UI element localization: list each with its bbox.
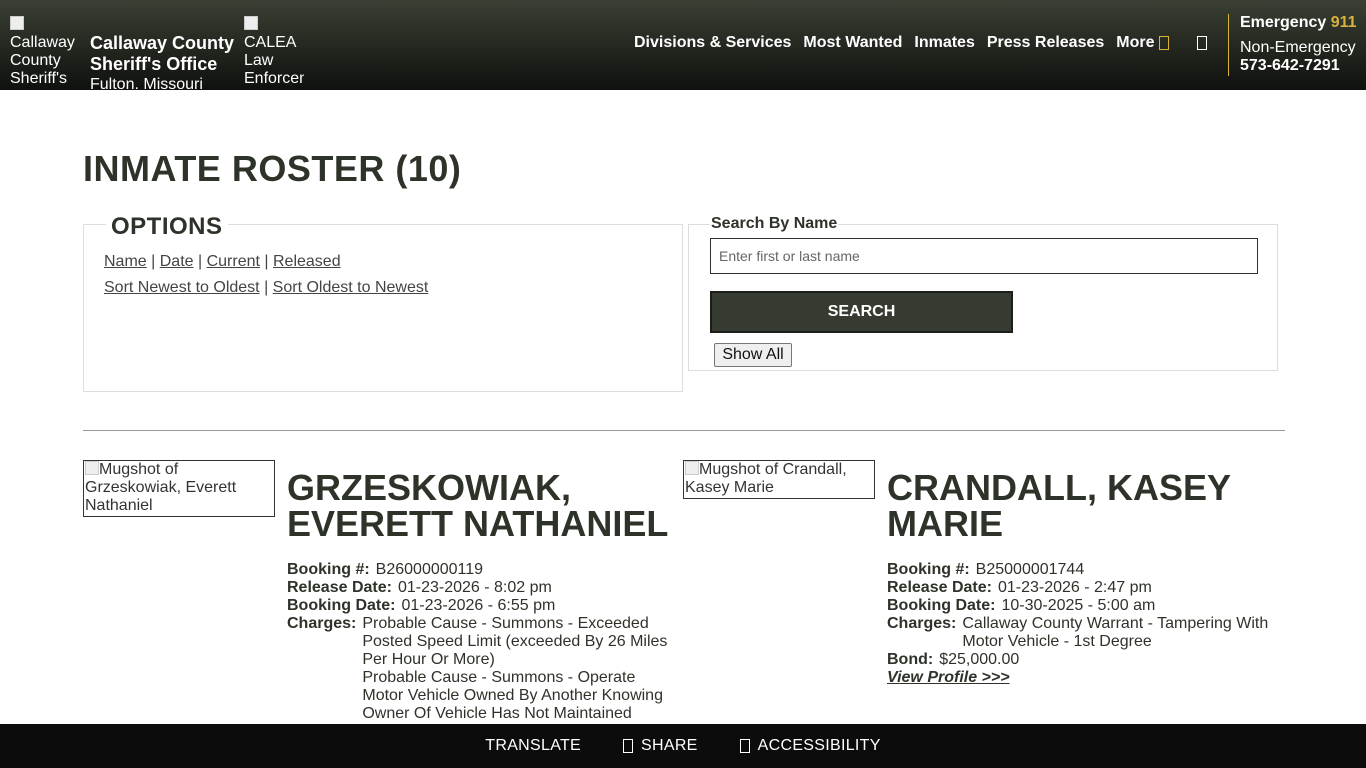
options-legend: OPTIONS <box>106 213 228 241</box>
mugshot-image[interactable]: Mugshot of Crandall, Kasey Marie <box>683 460 875 499</box>
filter-current-link[interactable]: Current <box>207 253 260 270</box>
accessibility-button[interactable]: ACCESSIBILITY <box>739 737 881 755</box>
nav-inmates[interactable]: Inmates <box>914 34 974 52</box>
broken-image-icon <box>85 461 99 475</box>
search-button[interactable]: SEARCH <box>710 291 1013 333</box>
search-label: Search By Name <box>710 215 839 233</box>
nav-press-releases[interactable]: Press Releases <box>987 34 1104 52</box>
emergency-line[interactable]: Emergency 911 <box>1240 14 1357 32</box>
translate-label: TRANSLATE <box>485 737 582 754</box>
charges-row: Charges: Callaway County Warrant - Tampe… <box>887 615 1277 651</box>
main-nav: Divisions & Services Most Wanted Inmates… <box>634 34 1207 52</box>
contact-info: Emergency 911 Non-Emergency 573-642-7291 <box>1228 14 1357 76</box>
share-icon <box>623 739 634 753</box>
footer-bar: TRANSLATE SHARE ACCESSIBILITY <box>0 724 1366 768</box>
booking-number-label: Booking #: <box>887 561 970 578</box>
inmate-details: Booking #: B26000000119 Release Date: 01… <box>287 561 677 723</box>
bond-label: Bond: <box>887 651 934 668</box>
site-header: Callaway County Sheriff's Office Callawa… <box>0 0 1366 90</box>
nonemergency-label: Non-Emergency <box>1240 39 1356 56</box>
charges-label: Charges: <box>887 615 957 632</box>
charges-label: Charges: <box>287 615 357 632</box>
inmate-name: CRANDALL, KASEY MARIE <box>887 467 1231 544</box>
calea-logo[interactable]: CALEA Law Enforcement Accreditation <box>244 16 304 88</box>
logo-alt-text: Callaway County Sheriff's Office <box>10 34 75 87</box>
accessibility-icon <box>739 739 750 753</box>
filter-released-link[interactable]: Released <box>273 253 341 270</box>
emergency-number: 911 <box>1330 14 1357 31</box>
charge-item: Probable Cause - Summons - Exceeded Post… <box>362 615 668 668</box>
calea-alt-text: CALEA Law Enforcement Accreditation <box>244 34 304 87</box>
bond-row: Bond: $25,000.00 <box>887 651 1277 669</box>
office-location: Fulton, Missouri <box>90 76 203 89</box>
sheriff-logo[interactable]: Callaway County Sheriff's Office <box>10 16 80 88</box>
office-name: Callaway County Sheriff's Office <box>90 33 235 74</box>
booking-date-label: Booking Date: <box>287 597 396 614</box>
charges-list: Probable Cause - Summons - Exceeded Post… <box>362 615 677 723</box>
view-profile-link[interactable]: View Profile >>> <box>887 669 1010 686</box>
charge-item: Probable Cause - Summons - Operate Motor… <box>362 669 663 722</box>
booking-date-row: Booking Date: 01-23-2026 - 6:55 pm <box>287 597 677 615</box>
page-title: INMATE ROSTER (10) <box>83 148 462 189</box>
emergency-label: Emergency <box>1240 14 1327 31</box>
divider <box>83 430 1285 431</box>
mugshot-image[interactable]: Mugshot of Grzeskowiak, Everett Nathanie… <box>83 460 275 517</box>
broken-image-icon <box>10 16 24 30</box>
booking-date: 01-23-2026 - 6:55 pm <box>401 597 556 614</box>
nav-more[interactable]: More <box>1116 34 1169 52</box>
sort-oldest-link[interactable]: Sort Oldest to Newest <box>273 279 429 296</box>
mugshot-alt: Mugshot of Grzeskowiak, Everett Nathanie… <box>85 461 237 514</box>
charges-list: Callaway County Warrant - Tampering With… <box>962 615 1277 651</box>
bond-amount: $25,000.00 <box>939 651 1020 668</box>
booking-number-label: Booking #: <box>287 561 370 578</box>
search-panel: Search By Name SEARCH Show All <box>688 215 1278 371</box>
inmate-details: Booking #: B25000001744 Release Date: 01… <box>887 561 1277 687</box>
share-button[interactable]: SHARE <box>623 737 698 755</box>
booking-number: B25000001744 <box>975 561 1085 578</box>
search-icon[interactable] <box>1196 36 1207 50</box>
broken-image-icon <box>244 16 258 30</box>
broken-image-icon <box>685 461 699 475</box>
charge-item: Callaway County Warrant - Tampering With… <box>962 615 1269 650</box>
release-date-label: Release Date: <box>887 579 992 596</box>
booking-date: 10-30-2025 - 5:00 am <box>1001 597 1156 614</box>
filter-name-link[interactable]: Name <box>104 253 147 270</box>
charges-row: Charges: Probable Cause - Summons - Exce… <box>287 615 677 723</box>
booking-number-row: Booking #: B26000000119 <box>287 561 677 579</box>
booking-number: B26000000119 <box>375 561 484 578</box>
search-input[interactable] <box>710 238 1258 274</box>
mugshot-alt: Mugshot of Crandall, Kasey Marie <box>685 461 847 496</box>
sort-newest-link[interactable]: Sort Newest to Oldest <box>104 279 260 296</box>
nav-divisions-services[interactable]: Divisions & Services <box>634 34 791 52</box>
office-branding[interactable]: Callaway County Sheriff's Office Fulton,… <box>90 33 240 89</box>
chevron-down-icon <box>1158 35 1169 50</box>
inmate-name: GRZESKOWIAK, EVERETT NATHANIEL <box>287 467 669 544</box>
booking-date-label: Booking Date: <box>887 597 996 614</box>
nav-most-wanted[interactable]: Most Wanted <box>803 34 902 52</box>
nav-more-label: More <box>1116 34 1155 51</box>
release-date: 01-23-2026 - 2:47 pm <box>997 579 1152 596</box>
filter-links: Name | Date | Current | Released <box>104 253 341 270</box>
show-all-button[interactable]: Show All <box>714 343 792 367</box>
booking-number-row: Booking #: B25000001744 <box>887 561 1277 579</box>
release-date: 01-23-2026 - 8:02 pm <box>397 579 552 596</box>
translate-button[interactable]: TRANSLATE <box>485 737 581 755</box>
booking-date-row: Booking Date: 10-30-2025 - 5:00 am <box>887 597 1277 615</box>
release-date-label: Release Date: <box>287 579 392 596</box>
nonemergency-number[interactable]: 573-642-7291 <box>1240 57 1357 75</box>
release-date-row: Release Date: 01-23-2026 - 8:02 pm <box>287 579 677 597</box>
options-panel: OPTIONS Name | Date | Current | Released… <box>83 213 683 392</box>
sort-links: Sort Newest to Oldest | Sort Oldest to N… <box>104 279 429 296</box>
accessibility-label: ACCESSIBILITY <box>757 737 881 754</box>
filter-date-link[interactable]: Date <box>160 253 194 270</box>
share-label: SHARE <box>641 737 698 754</box>
release-date-row: Release Date: 01-23-2026 - 2:47 pm <box>887 579 1277 597</box>
